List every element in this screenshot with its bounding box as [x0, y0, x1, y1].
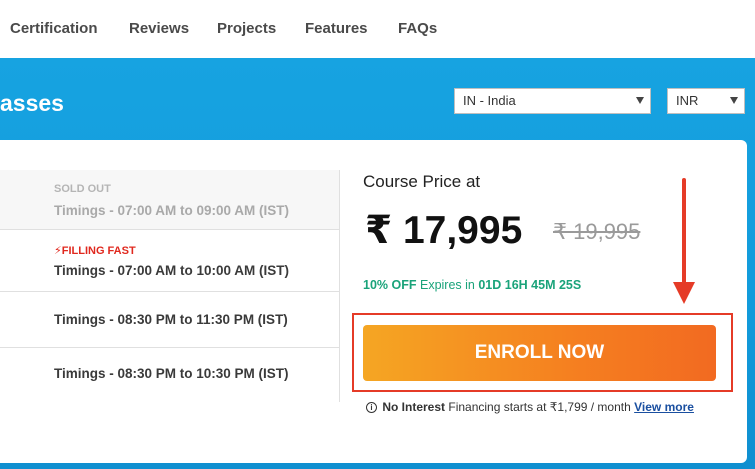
financing-text: Financing starts at [448, 400, 547, 414]
info-icon: i [366, 402, 377, 414]
discount-percent: 10% OFF [363, 278, 417, 292]
nav-projects[interactable]: Projects [217, 20, 276, 37]
dropdown-arrow-icon [636, 97, 644, 104]
batch-timing: Timings - 07:00 AM to 10:00 AM (IST) [54, 263, 290, 278]
currency-select[interactable]: INR [667, 88, 745, 114]
lightning-icon: ⚡ [54, 245, 62, 257]
view-more-link[interactable]: View more [634, 400, 694, 414]
top-nav: Certification Reviews Projects Features … [0, 0, 755, 58]
nav-features[interactable]: Features [305, 20, 368, 37]
nav-reviews[interactable]: Reviews [129, 20, 189, 37]
countdown-timer: 01D 16H 45M 25S [478, 278, 582, 292]
batch-row[interactable]: Timings - 08:30 PM to 10:30 PM (IST) [0, 348, 340, 402]
batch-row[interactable]: Timings - 08:30 PM to 11:30 PM (IST) [0, 292, 340, 348]
filling-fast-badge: ⚡FILLING FAST [54, 245, 136, 257]
nav-certification[interactable]: Certification [10, 20, 98, 37]
no-interest-label: No Interest [382, 400, 446, 414]
course-price-label: Course Price at [363, 172, 481, 191]
sold-out-badge: SOLD OUT [54, 183, 111, 195]
country-select[interactable]: IN - India [454, 88, 651, 114]
dropdown-arrow-icon [730, 97, 738, 104]
country-select-value: IN - India [463, 93, 516, 108]
batch-row-filling-fast[interactable]: ⚡FILLING FAST Timings - 07:00 AM to 10:0… [0, 230, 340, 292]
original-price: ₹ 19,995 [553, 219, 641, 244]
enroll-now-button[interactable]: ENROLL NOW [363, 325, 716, 381]
batch-timing: Timings - 08:30 PM to 10:30 PM (IST) [54, 366, 289, 381]
batch-row-soldout: SOLD OUT Timings - 07:00 AM to 09:00 AM … [0, 170, 340, 230]
financing-info: i No Interest Financing starts at ₹1,799… [366, 400, 694, 414]
nav-faqs[interactable]: FAQs [398, 20, 437, 37]
expires-label: Expires in [419, 278, 475, 292]
batch-timing: Timings - 08:30 PM to 11:30 PM (IST) [54, 312, 288, 327]
hero-title: asses [0, 90, 64, 116]
batch-timing: Timings - 07:00 AM to 09:00 AM (IST) [54, 203, 290, 218]
currency-select-value: INR [676, 93, 699, 108]
discount-info: 10% OFF Expires in 01D 16H 45M 25S [363, 278, 581, 292]
annotation-arrow-icon [673, 178, 695, 304]
financing-amount: ₹1,799 / month [549, 400, 631, 414]
current-price: ₹ 17,995 [365, 209, 523, 252]
